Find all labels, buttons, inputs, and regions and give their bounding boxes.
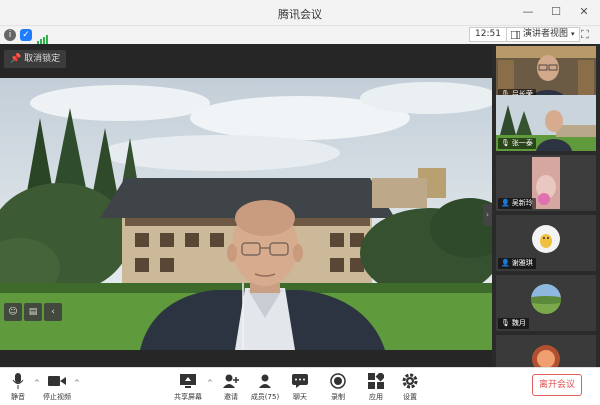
participant-name: 张一泰 bbox=[511, 139, 533, 147]
settings-button[interactable]: 设置 bbox=[388, 372, 432, 402]
participant-tile[interactable]: 🎙 魏月 bbox=[496, 275, 596, 331]
chat-bubble-icon[interactable]: ▤ bbox=[24, 303, 42, 321]
chevron-down-icon: ▾ bbox=[571, 30, 575, 38]
camera-icon bbox=[35, 372, 79, 390]
view-switch-button[interactable]: 演讲者视图 ▾ bbox=[506, 27, 580, 42]
view-switch-label: 演讲者视图 bbox=[523, 29, 569, 39]
emoji-icon[interactable]: ☺ bbox=[4, 303, 22, 321]
avatar-icon: 👤 bbox=[501, 199, 510, 207]
participant-avatar bbox=[496, 335, 596, 367]
info-icon[interactable]: i bbox=[4, 29, 16, 41]
unpin-button[interactable]: 📌 取消锁定 bbox=[4, 50, 67, 68]
participant-gallery: 🎙 吕长荣 🎙 张一泰 👤 吴新玲 👤 谢雅琪 🎙 魏月 bbox=[492, 44, 600, 372]
mute-button[interactable]: 静音 bbox=[0, 372, 40, 402]
participant-tile[interactable]: 👤 谢雅琪 bbox=[496, 215, 596, 271]
participant-label: 👤 吴新玲 bbox=[498, 198, 536, 209]
minimize-icon[interactable]: — bbox=[520, 4, 536, 20]
share-screen-label: 共享屏幕 bbox=[174, 393, 202, 401]
fullscreen-icon[interactable]: ⛶ bbox=[581, 28, 589, 42]
window-controls: — ☐ ✕ bbox=[520, 4, 592, 20]
speaker-video-frame bbox=[0, 78, 492, 350]
participant-name: 谢雅琪 bbox=[511, 259, 533, 267]
participant-tile[interactable] bbox=[496, 335, 596, 367]
gear-icon bbox=[388, 372, 432, 390]
maximize-icon[interactable]: ☐ bbox=[548, 4, 564, 20]
shield-icon[interactable]: ✓ bbox=[20, 29, 32, 41]
leave-meeting-button[interactable]: 离开会议 bbox=[532, 374, 582, 396]
chevron-up-icon[interactable]: ^ bbox=[74, 379, 80, 387]
unpin-label: 取消锁定 bbox=[24, 54, 61, 64]
mute-label: 静音 bbox=[11, 393, 25, 401]
participant-label: 🎙 魏月 bbox=[498, 318, 529, 329]
close-icon[interactable]: ✕ bbox=[576, 4, 592, 20]
collapse-gallery-button[interactable]: › bbox=[483, 204, 492, 226]
meeting-toolbar: 静音 ^ 停止视频 ^ 共享屏幕 ^ 邀请 成员(75) 聊天 录制 应用 设置… bbox=[0, 367, 600, 405]
title-bar: 腾讯会议 — ☐ ✕ bbox=[0, 0, 600, 26]
participant-name: 吴新玲 bbox=[511, 199, 533, 207]
stop-video-button[interactable]: 停止视频 bbox=[35, 372, 79, 402]
participant-name: 魏月 bbox=[511, 319, 526, 327]
participant-tile[interactable]: 👤 吴新玲 bbox=[496, 155, 596, 211]
participant-label: 👤 谢雅琪 bbox=[498, 258, 536, 269]
avatar-icon: 👤 bbox=[501, 259, 510, 267]
participant-tile[interactable]: 🎙 张一泰 bbox=[496, 95, 596, 151]
settings-label: 设置 bbox=[403, 393, 417, 401]
share-screen-button[interactable]: 共享屏幕 bbox=[166, 372, 210, 402]
layout-icon bbox=[511, 30, 520, 39]
window-title: 腾讯会议 bbox=[278, 8, 322, 21]
pin-icon: 📌 bbox=[10, 54, 22, 64]
share-screen-icon bbox=[166, 372, 210, 390]
participant-tile[interactable]: 🎙 吕长荣 bbox=[496, 46, 596, 102]
stage-side-controls: ☺ ▤ ‹ bbox=[4, 303, 62, 323]
meeting-timer: 12:51 bbox=[469, 27, 507, 42]
microphone-icon: 🎙 bbox=[501, 139, 510, 147]
participant-label: 🎙 张一泰 bbox=[498, 138, 536, 149]
info-bar: i ✓ 12:51 演讲者视图 ▾ ⛶ bbox=[0, 26, 600, 45]
main-stage: 📌 取消锁定 ☺ ▤ ‹ › bbox=[0, 44, 492, 367]
stop-video-label: 停止视频 bbox=[43, 393, 71, 401]
chevron-left-icon[interactable]: ‹ bbox=[44, 303, 62, 321]
microphone-icon: 🎙 bbox=[501, 319, 510, 327]
speaker-video bbox=[0, 78, 492, 350]
